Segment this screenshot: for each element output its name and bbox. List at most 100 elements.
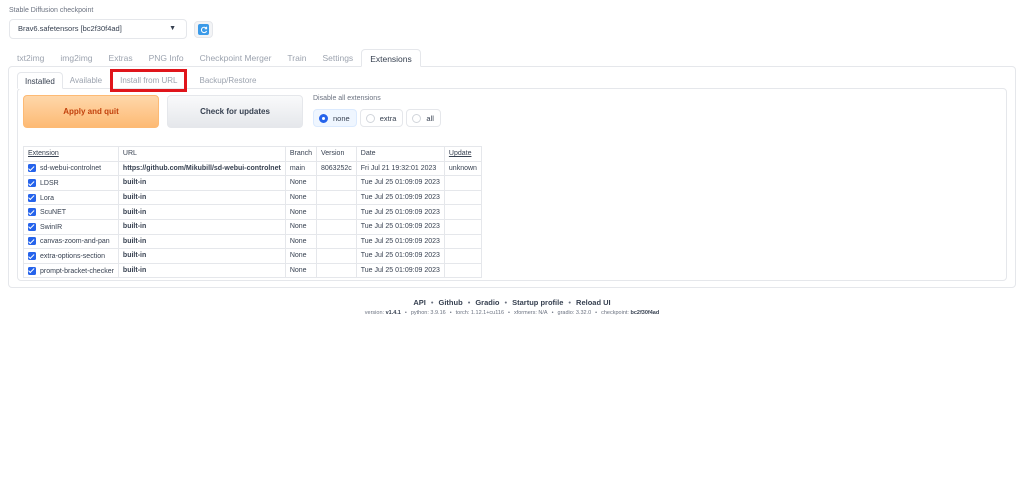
url-cell: built-in bbox=[117, 262, 286, 279]
footer-link-gradio[interactable]: Gradio bbox=[475, 298, 499, 307]
tab-backup-restore[interactable]: Backup/Restore bbox=[192, 72, 263, 89]
version-value: v1.4.1 bbox=[385, 310, 401, 316]
radio-none[interactable]: none bbox=[313, 109, 357, 127]
checkpoint-dropdown[interactable]: Brav6.safetensors [bc2f30f4ad] ▼ bbox=[9, 19, 187, 39]
footer-link-api[interactable]: API bbox=[413, 298, 426, 307]
column-header-date: Date bbox=[355, 146, 445, 162]
table-row: canvas-zoom-and-pan built-in None Tue Jul 2… bbox=[23, 233, 482, 250]
extension-name: canvas-zoom-and-pan bbox=[40, 238, 110, 246]
branch-cell: None bbox=[284, 175, 318, 191]
tab-checkpoint-merger[interactable]: Checkpoint Merger bbox=[192, 49, 280, 67]
tab-train[interactable]: Train bbox=[279, 49, 314, 67]
checkbox[interactable] bbox=[28, 193, 36, 202]
branch-cell: None bbox=[284, 218, 318, 235]
separator: • bbox=[467, 298, 471, 307]
tab-available[interactable]: Available bbox=[63, 72, 109, 89]
table-row: Lora built-in None Tue Jul 25 01:09:09 2023 bbox=[23, 189, 482, 206]
apply-and-quit-button[interactable]: Apply and quit bbox=[23, 95, 159, 128]
separator: • bbox=[551, 310, 554, 316]
radio-dot-icon bbox=[412, 113, 422, 123]
footer-link-startup-profile[interactable]: Startup profile bbox=[512, 298, 563, 307]
date-cell: Tue Jul 25 01:09:09 2023 bbox=[355, 262, 445, 279]
separator: • bbox=[504, 298, 508, 307]
separator: • bbox=[595, 310, 598, 316]
check-for-updates-button[interactable]: Check for updates bbox=[167, 95, 303, 128]
disable-all-label: Disable all extensions bbox=[313, 95, 381, 102]
extension-cell: extra-options-section bbox=[23, 248, 119, 264]
date-cell: Tue Jul 25 01:09:09 2023 bbox=[355, 233, 445, 250]
date-cell: Tue Jul 25 01:09:09 2023 bbox=[355, 204, 445, 220]
disable-all-radio-group: none extra all bbox=[313, 109, 441, 127]
radio-label: all bbox=[426, 113, 434, 123]
update-cell bbox=[443, 233, 482, 250]
date-cell: Fri Jul 21 19:32:01 2023 bbox=[355, 160, 445, 177]
footer-link-reload-ui[interactable]: Reload UI bbox=[576, 298, 611, 307]
table-row: SwinIR built-in None Tue Jul 25 01:09:09 20… bbox=[23, 218, 482, 235]
extension-cell: LDSR bbox=[23, 175, 119, 191]
branch-cell: None bbox=[284, 233, 318, 250]
column-header-extension: Extension bbox=[23, 146, 119, 162]
version-cell bbox=[316, 233, 357, 250]
tab-settings[interactable]: Settings bbox=[314, 49, 361, 67]
tab-txt2img[interactable]: txt2img bbox=[9, 49, 52, 67]
url-cell: built-in bbox=[117, 218, 286, 235]
checkbox[interactable] bbox=[28, 266, 36, 275]
radio-label: extra bbox=[379, 113, 397, 123]
column-header-url: URL bbox=[117, 146, 286, 162]
table-row: LDSR built-in None Tue Jul 25 01:09:09 2023 bbox=[23, 175, 482, 191]
checkpoint-value: Brav6.safetensors [bc2f30f4ad] bbox=[18, 24, 122, 33]
date-cell: Tue Jul 25 01:09:09 2023 bbox=[355, 248, 445, 264]
extension-cell: SwinIR bbox=[23, 218, 119, 235]
separator: • bbox=[508, 310, 510, 316]
update-cell: unknown bbox=[443, 160, 482, 177]
table-header-row: Extension URL Branch Version Date Update bbox=[23, 146, 482, 162]
date-cell: Tue Jul 25 01:09:09 2023 bbox=[355, 218, 445, 235]
version-cell: 8063252c bbox=[316, 160, 357, 177]
checkbox[interactable] bbox=[28, 222, 36, 231]
version-cell bbox=[316, 218, 357, 235]
refresh-checkpoint-button[interactable] bbox=[194, 21, 213, 38]
update-cell bbox=[443, 189, 482, 206]
version-key: torch: bbox=[455, 310, 470, 316]
extension-cell: ScuNET bbox=[23, 204, 119, 220]
radio-dot-icon bbox=[319, 113, 328, 123]
tab-extras[interactable]: Extras bbox=[101, 49, 141, 67]
column-header-version: Version bbox=[316, 146, 357, 162]
update-cell bbox=[443, 175, 482, 191]
extension-cell: sd-webui-controlnet bbox=[23, 160, 119, 177]
table-row: prompt-bracket-checker built-in None Tue Ju… bbox=[23, 262, 482, 279]
footer-link-github[interactable]: Github bbox=[439, 298, 463, 307]
extension-name: prompt-bracket-checker bbox=[40, 267, 114, 275]
version-value: bc2f30f4ad bbox=[630, 310, 660, 316]
branch-cell: None bbox=[284, 248, 318, 264]
tab-png-info[interactable]: PNG Info bbox=[141, 49, 192, 67]
tab-installed[interactable]: Installed bbox=[17, 72, 63, 89]
update-cell bbox=[443, 248, 482, 264]
url-cell[interactable]: https://github.com/Mikubill/sd-webui-con… bbox=[117, 160, 286, 177]
chevron-down-icon: ▼ bbox=[169, 25, 176, 32]
radio-dot-icon bbox=[365, 113, 375, 123]
checkbox[interactable] bbox=[28, 251, 36, 260]
checkbox[interactable] bbox=[28, 178, 36, 187]
radio-extra[interactable]: extra bbox=[359, 109, 404, 127]
version-cell bbox=[316, 248, 357, 264]
separator: • bbox=[449, 310, 452, 316]
separator: • bbox=[430, 298, 434, 307]
separator: • bbox=[404, 310, 407, 316]
tab-install-from-url[interactable]: Install from URL bbox=[110, 69, 188, 92]
version-key: xformers: bbox=[513, 310, 537, 316]
table-row: ScuNET built-in None Tue Jul 25 01:09:09 20… bbox=[23, 204, 482, 220]
version-value: 3.32.0 bbox=[575, 310, 592, 316]
version-value: 1.12.1+cu116 bbox=[470, 310, 505, 316]
tab-extensions[interactable]: Extensions bbox=[361, 49, 421, 67]
url-cell: built-in bbox=[117, 175, 286, 191]
table-row: sd-webui-controlnet https://github.com/Mi… bbox=[23, 160, 482, 177]
tab-img2img[interactable]: img2img bbox=[52, 49, 100, 67]
column-header-branch: Branch bbox=[284, 146, 318, 162]
radio-all[interactable]: all bbox=[406, 109, 441, 127]
checkbox[interactable] bbox=[28, 237, 36, 246]
checkbox[interactable] bbox=[28, 164, 36, 173]
checkbox[interactable] bbox=[28, 208, 36, 217]
branch-cell: None bbox=[284, 204, 318, 220]
date-cell: Tue Jul 25 01:09:09 2023 bbox=[355, 175, 445, 191]
